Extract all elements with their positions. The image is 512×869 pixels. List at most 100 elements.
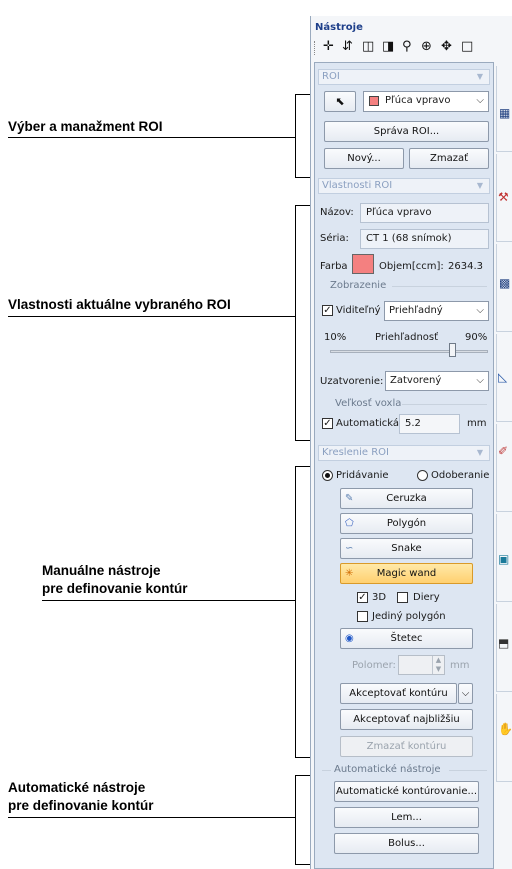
zoom-region-icon[interactable]: ⊕ xyxy=(421,39,432,55)
snake-tool-button[interactable]: ∽ Snake xyxy=(340,538,473,559)
opt-holes-checkbox[interactable] xyxy=(397,592,408,603)
side-tab-tools[interactable]: ⚒ xyxy=(496,154,512,242)
accept-contour-button[interactable]: Akceptovať kontúru xyxy=(340,683,457,704)
contrast-icon[interactable]: ◨ xyxy=(382,39,394,55)
opt-3d-label: 3D xyxy=(372,592,387,603)
bracket-line xyxy=(295,205,297,441)
callout-line xyxy=(42,600,296,602)
side-tab-grid[interactable]: ▦ xyxy=(496,66,512,152)
side-tab-chart[interactable]: ◺ xyxy=(496,334,512,422)
move-slice-icon[interactable]: ⇵ xyxy=(342,39,353,55)
auto-voxel-label: Automatická xyxy=(336,418,400,429)
chevron-down-icon: ⌵ xyxy=(476,95,484,106)
callout-roi-properties: Vlastnosti aktuálne vybraného ROI xyxy=(8,297,231,312)
bracket-line xyxy=(295,94,297,178)
chevron-down-icon: ▼ xyxy=(476,448,483,457)
pencil-tool-button[interactable]: ✎ Ceruzka xyxy=(340,488,473,509)
pointer-icon: ⬉ xyxy=(335,95,345,108)
new-roi-button[interactable]: Nový... xyxy=(324,148,404,169)
side-tab-hand[interactable]: ✋ xyxy=(496,694,512,782)
visible-checkbox[interactable]: ✓ xyxy=(322,305,333,316)
radius-unit-label: mm xyxy=(450,660,470,671)
opt-holes-label: Diery xyxy=(413,592,440,603)
add-mode-radio[interactable] xyxy=(322,470,333,481)
toolbar-grip xyxy=(314,41,316,55)
opt-single-polygon-label: Jediný polygón xyxy=(372,611,446,622)
manage-roi-button[interactable]: Správa ROI... xyxy=(324,121,489,142)
voxel-group-label: Veľkosť voxla xyxy=(335,398,402,409)
pan-icon[interactable]: ✥ xyxy=(441,39,452,55)
opacity-max-label: 90% xyxy=(465,332,488,343)
hand-icon: ✋ xyxy=(498,722,512,736)
roi-select[interactable]: Pľúca vpravo ⌵ xyxy=(363,91,489,112)
side-tab-image[interactable]: ▣ xyxy=(496,514,512,602)
callout-line xyxy=(8,316,296,318)
chevron-down-icon: ▼ xyxy=(476,181,483,190)
display-group-label: Zobrazenie xyxy=(330,280,387,291)
name-field[interactable]: Pľúca vpravo xyxy=(360,203,489,223)
side-tab-cube[interactable]: ⬒ xyxy=(496,604,512,692)
section-properties-header[interactable]: Vlastnosti ROI ▼ xyxy=(318,178,490,194)
auto-contour-button[interactable]: Automatické kontúrovanie... xyxy=(334,781,479,802)
delete-roi-button[interactable]: Zmazať xyxy=(409,148,489,169)
callout-manual-tools: Manuálne nástroje pre definovanie kontúr xyxy=(42,563,188,596)
brush-icon: ✐ xyxy=(498,444,509,458)
color-swatch-button[interactable] xyxy=(352,254,374,274)
tools-icon: ⚒ xyxy=(498,190,509,204)
opacity-label: Priehľadnosť xyxy=(375,332,439,343)
layers-icon[interactable]: ◫ xyxy=(362,39,374,55)
layout-icon: ▩ xyxy=(499,276,511,290)
opacity-slider-track[interactable] xyxy=(330,350,488,353)
polygon-tool-button[interactable]: ⬠ Polygón xyxy=(340,513,473,534)
accept-nearest-button[interactable]: Akceptovať najbližšiu xyxy=(340,709,473,730)
chevron-down-icon: ⌵ xyxy=(461,688,470,699)
lem-button[interactable]: Lem... xyxy=(334,807,479,828)
grid-icon: ▦ xyxy=(499,106,511,120)
voxel-size-field[interactable]: 5.2 xyxy=(399,414,460,434)
display-mode-select[interactable]: Priehľadný ⌵ xyxy=(384,301,489,321)
bolus-button[interactable]: Bolus... xyxy=(334,833,479,854)
panel-title: Nástroje xyxy=(315,22,363,33)
side-tab-layout[interactable]: ▩ xyxy=(496,244,512,332)
visible-label: Viditeľný xyxy=(336,305,381,316)
opacity-slider-thumb[interactable] xyxy=(449,343,457,357)
accept-contour-dropdown[interactable]: ⌵ xyxy=(458,683,473,704)
add-mode-label: Pridávanie xyxy=(336,470,389,481)
spinner-icon[interactable]: ▲ ▼ xyxy=(432,656,444,674)
closure-label: Uzatvorenie: xyxy=(320,376,384,387)
group-divider xyxy=(402,404,487,405)
color-label: Farba xyxy=(320,261,348,272)
chevron-down-icon: ▼ xyxy=(476,72,483,81)
image-icon: ▣ xyxy=(498,552,510,566)
radius-input[interactable]: ▲ ▼ xyxy=(398,655,445,675)
crosshair-icon[interactable]: ✛ xyxy=(323,39,334,55)
zoom-icon[interactable]: ⚲ xyxy=(402,39,412,55)
snake-icon: ∽ xyxy=(345,543,354,554)
opt-3d-checkbox[interactable]: ✓ xyxy=(357,592,368,603)
closure-select[interactable]: Zatvorený ⌵ xyxy=(385,371,489,391)
fit-window-icon[interactable]: □ xyxy=(461,39,473,55)
delete-contour-button[interactable]: Zmazať kontúru xyxy=(340,736,473,757)
side-tab-brush[interactable]: ✐ xyxy=(496,424,512,512)
volume-value: 2634.3 xyxy=(448,261,483,272)
opacity-min-label: 10% xyxy=(324,332,347,343)
section-draw-header[interactable]: Kreslenie ROI ▼ xyxy=(318,445,490,461)
auto-voxel-checkbox[interactable]: ✓ xyxy=(322,418,333,429)
opt-single-polygon-checkbox[interactable] xyxy=(357,611,368,622)
section-roi-header[interactable]: ROI ▼ xyxy=(318,69,490,85)
chevron-down-icon: ⌵ xyxy=(476,305,484,316)
series-field: CT 1 (68 snímok) xyxy=(360,229,489,249)
chart-icon: ◺ xyxy=(498,370,508,384)
brush-icon: ◉ xyxy=(345,633,354,644)
roi-pick-button[interactable]: ⬉ xyxy=(324,91,356,112)
remove-mode-label: Odoberanie xyxy=(431,470,490,481)
voxel-unit-label: mm xyxy=(467,418,487,429)
remove-mode-radio[interactable] xyxy=(417,470,428,481)
callout-line xyxy=(8,817,296,819)
auto-tools-group-label: Automatické nástroje xyxy=(334,764,441,775)
magic-wand-tool-button[interactable]: ✳ Magic wand xyxy=(340,563,473,584)
callout-line xyxy=(8,137,296,139)
group-divider xyxy=(322,770,331,771)
series-label: Séria: xyxy=(320,233,349,244)
brush-tool-button[interactable]: ◉ Štetec xyxy=(340,628,473,649)
